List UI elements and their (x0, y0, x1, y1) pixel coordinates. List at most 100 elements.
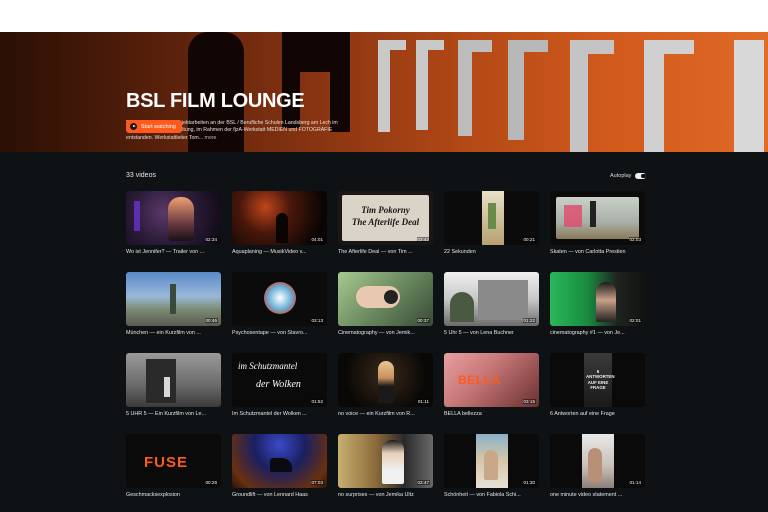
video-thumbnail[interactable]: Tim Pokorny The Afterlife Deal 03:43 (338, 191, 433, 245)
video-thumbnail[interactable]: 00:21 (444, 191, 539, 245)
video-duration: 02:03 (628, 237, 642, 242)
video-thumbnail[interactable]: 00:37 (338, 272, 433, 326)
video-thumbnail[interactable]: FUSE 00:26 (126, 434, 221, 488)
video-thumbnail[interactable]: 07:03 (232, 434, 327, 488)
video-title[interactable]: Geschmacksexplosion (126, 492, 221, 498)
video-thumbnail[interactable]: 6 ANTWORTEN AUF EINE FRAGE (550, 353, 645, 407)
thumbnail-text: der Wolken (256, 379, 301, 390)
autoplay-toggle[interactable] (635, 173, 647, 179)
video-library: 33 videos Autoplay 02:34 Wo ist Jennifer… (0, 152, 768, 512)
video-thumbnail[interactable]: 01:30 (444, 434, 539, 488)
video-thumbnail[interactable]: 01:14 (550, 434, 645, 488)
video-duration: 01:11 (416, 399, 430, 404)
video-card[interactable]: Tim Pokorny The Afterlife Deal 03:43 The… (338, 191, 433, 272)
video-thumbnail[interactable]: im Schutzmantel der Wolken 01:52 (232, 353, 327, 407)
video-thumbnail[interactable]: 03:47 (338, 434, 433, 488)
video-card[interactable]: 5 UHR 5 — Ein Kurzfilm von Le... (126, 353, 221, 434)
video-title[interactable]: Skaten — von Carlotta Prestien (550, 249, 645, 255)
video-thumbnail[interactable]: 03:13 (232, 272, 327, 326)
video-duration: 01:14 (628, 480, 642, 485)
video-thumbnail[interactable]: 01:11 (338, 353, 433, 407)
video-card[interactable]: 00:37 Cinematography — von Jemik... (338, 272, 433, 353)
video-card[interactable]: 6 ANTWORTEN AUF EINE FRAGE 6 Antworten a… (550, 353, 645, 434)
video-thumbnail[interactable]: 02:34 (126, 191, 221, 245)
thumbnail-text: Tim Pokorny (361, 205, 410, 215)
video-card[interactable]: 00:46 München — ein Kurzfilm von ... (126, 272, 221, 353)
video-card[interactable]: 03:47 no surprises — von Jemika Ultz (338, 434, 433, 512)
thumbnail-text: im Schutzmantel (238, 361, 298, 371)
video-title[interactable]: Groundlift — von Lennard Haas (232, 492, 327, 498)
video-title[interactable]: 22 Sekunden (444, 249, 539, 255)
video-title[interactable]: The Afterlife Deal — von Tim ... (338, 249, 433, 255)
video-duration: 01:22 (522, 318, 536, 323)
video-title[interactable]: München — ein Kurzfilm von ... (126, 330, 221, 336)
thumbnail-text: 6 ANTWORTEN AUF EINE FRAGE (586, 369, 615, 391)
video-duration: 02:01 (628, 318, 642, 323)
video-title[interactable]: Psychosentape — von Stavro... (232, 330, 327, 336)
video-card[interactable]: 07:03 Groundlift — von Lennard Haas (232, 434, 327, 512)
thumbnail-text: FUSE (144, 454, 189, 471)
page-title: BSL FILM LOUNGE (126, 90, 305, 112)
video-card[interactable]: FUSE 00:26 Geschmacksexplosion (126, 434, 221, 512)
video-duration: 03:13 (310, 318, 324, 323)
video-title[interactable]: Im Schutzmantel der Wolken ... (232, 411, 327, 417)
video-card[interactable]: 01:11 no voice — ein Kurzfilm von R... (338, 353, 433, 434)
video-thumbnail[interactable] (126, 353, 221, 407)
more-link[interactable]: more (205, 135, 217, 141)
video-thumbnail[interactable]: 02:01 (550, 272, 645, 326)
video-duration: 03:47 (416, 480, 430, 485)
video-count: 33 videos (126, 172, 156, 179)
video-card[interactable]: 00:21 22 Sekunden (444, 191, 539, 272)
video-title[interactable]: no voice — ein Kurzfilm von R... (338, 411, 433, 417)
video-duration: 00:26 (204, 480, 218, 485)
hero-silhouette-body (290, 32, 342, 72)
video-title[interactable]: Aquaplaning — MusikVideo v... (232, 249, 327, 255)
video-duration: 02:34 (204, 237, 218, 242)
start-watching-button[interactable]: Start watching (126, 120, 182, 133)
autoplay-label: Autoplay (610, 173, 632, 179)
video-card[interactable]: 02:03 Skaten — von Carlotta Prestien (550, 191, 645, 272)
video-duration: 01:52 (310, 399, 324, 404)
video-thumbnail[interactable]: 00:46 (126, 272, 221, 326)
video-title[interactable]: Schönheit — von Fabiola Schi... (444, 492, 539, 498)
thumbnail-text: The Afterlife Deal (351, 217, 420, 227)
play-icon (130, 123, 137, 130)
video-duration: 00:37 (416, 318, 430, 323)
video-duration: 00:46 (204, 318, 218, 323)
video-duration: 04:01 (310, 237, 324, 242)
video-duration: 01:30 (522, 480, 536, 485)
video-card[interactable]: 01:30 Schönheit — von Fabiola Schi... (444, 434, 539, 512)
video-title[interactable]: BELLA bellezza (444, 411, 539, 417)
video-title[interactable]: cinematography #1 — von Je... (550, 330, 645, 336)
video-thumbnail[interactable]: 01:22 (444, 272, 539, 326)
video-duration: 07:03 (310, 480, 324, 485)
video-title[interactable]: 6 Antworten auf eine Frage (550, 411, 645, 417)
start-watching-label: Start watching (141, 123, 176, 130)
video-card[interactable]: 02:34 Wo ist Jennifer? — Trailer von ... (126, 191, 221, 272)
video-card[interactable]: 02:01 cinematography #1 — von Je... (550, 272, 645, 353)
video-grid: 02:34 Wo ist Jennifer? — Trailer von ...… (126, 191, 645, 512)
thumbnail-text: BELLA (458, 373, 501, 387)
video-title[interactable]: 5 Uhr 5 — von Lena Buchner (444, 330, 539, 336)
video-card[interactable]: 01:14 one minute video statement ... (550, 434, 645, 512)
hero-graphic-bars (378, 32, 768, 152)
video-thumbnail[interactable]: 02:03 (550, 191, 645, 245)
video-card[interactable]: 04:01 Aquaplaning — MusikVideo v... (232, 191, 327, 272)
video-thumbnail[interactable]: BELLA 03:15 (444, 353, 539, 407)
video-title[interactable]: no surprises — von Jemika Ultz (338, 492, 433, 498)
video-title[interactable]: one minute video statement ... (550, 492, 645, 498)
video-thumbnail[interactable]: 04:01 (232, 191, 327, 245)
autoplay-control[interactable]: Autoplay (610, 173, 647, 179)
video-duration: 03:43 (416, 237, 430, 242)
page: BSL FILM LOUNGE Diese Filme sind als Pro… (0, 0, 768, 512)
video-title[interactable]: Cinematography — von Jemik... (338, 330, 433, 336)
video-card[interactable]: BELLA 03:15 BELLA bellezza (444, 353, 539, 434)
hero-banner: BSL FILM LOUNGE Diese Filme sind als Pro… (0, 32, 768, 152)
video-card[interactable]: 03:13 Psychosentape — von Stavro... (232, 272, 327, 353)
video-title[interactable]: 5 UHR 5 — Ein Kurzfilm von Le... (126, 411, 221, 417)
video-title[interactable]: Wo ist Jennifer? — Trailer von ... (126, 249, 221, 255)
video-card[interactable]: 01:22 5 Uhr 5 — von Lena Buchner (444, 272, 539, 353)
video-card[interactable]: im Schutzmantel der Wolken 01:52 Im Schu… (232, 353, 327, 434)
video-duration: 03:15 (522, 399, 536, 404)
video-duration: 00:21 (522, 237, 536, 242)
